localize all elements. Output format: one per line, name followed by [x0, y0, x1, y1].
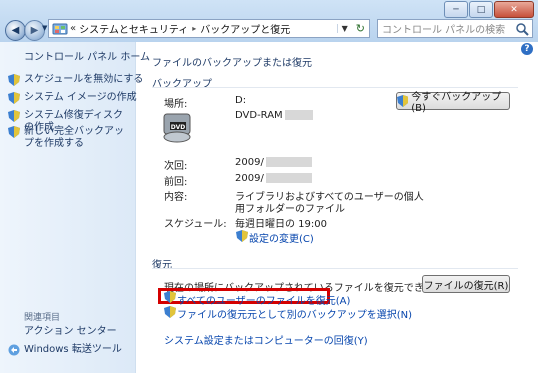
search-box[interactable]: コントロール パネルの検索: [377, 19, 533, 38]
location-media: DVD-RAM: [235, 110, 313, 121]
address-bar[interactable]: « システムとセキュリティ ▸ バックアップと復元 ▼ ↻: [48, 19, 370, 38]
close-button[interactable]: ✕: [494, 1, 534, 18]
recover-system-link[interactable]: システム設定またはコンピューターの回復(Y): [164, 332, 368, 347]
search-icon[interactable]: [515, 22, 529, 36]
back-button[interactable]: ◀: [5, 20, 26, 41]
shield-icon: [8, 110, 20, 122]
breadcrumb-backup-restore[interactable]: バックアップと復元: [200, 21, 290, 36]
maximize-button[interactable]: □: [469, 1, 493, 18]
location-media-text: DVD-RAM: [235, 110, 283, 121]
shield-icon: [8, 92, 20, 104]
recent-pages-dropdown-icon[interactable]: ▼: [42, 24, 47, 32]
last-value: 2009/: [235, 173, 312, 184]
schedule-label: スケジュール:: [164, 219, 227, 230]
address-dropdown-icon[interactable]: ▼: [336, 24, 352, 33]
minimize-button[interactable]: ─: [444, 1, 468, 18]
shield-icon: [8, 126, 20, 138]
restore-all-users-link[interactable]: すべてのユーザーのファイルを復元(A): [177, 292, 350, 307]
breadcrumb-system-security[interactable]: システムとセキュリティ: [79, 21, 188, 36]
control-panel-icon: [52, 23, 68, 34]
related-heading: 関連項目: [24, 313, 61, 323]
sidebar-item-new-full-backup[interactable]: 新しい完全バックアップを作成する: [24, 126, 132, 150]
contents-value-line2: 用フォルダーのファイル: [235, 204, 345, 215]
shield-icon: [236, 230, 248, 242]
related-link-easy-transfer[interactable]: Windows 転送ツール: [24, 344, 122, 356]
sidebar-item-disable-schedule[interactable]: スケジュールを無効にする: [24, 74, 143, 86]
related-link-action-center[interactable]: アクション センター: [24, 326, 117, 338]
restore-divider: [152, 268, 518, 269]
page-title: ファイルのバックアップまたは復元: [152, 58, 312, 69]
restore-files-button[interactable]: ファイルの復元(R): [422, 275, 510, 293]
next-value: 2009/: [235, 157, 312, 168]
shield-icon: [164, 291, 176, 303]
redacted-block: [284, 110, 313, 120]
breadcrumb-separator-icon: ▸: [192, 24, 197, 33]
select-other-backup-link[interactable]: ファイルの復元元として別のバックアップを選択(N): [177, 306, 412, 321]
dvd-drive-icon: DVD: [163, 113, 191, 143]
svg-text:DVD: DVD: [171, 124, 186, 131]
shield-icon: [8, 74, 20, 86]
redacted-block: [265, 173, 312, 183]
sidebar-item-create-system-image[interactable]: システム イメージの作成: [24, 92, 137, 104]
refresh-icon[interactable]: ↻: [352, 22, 369, 35]
next-value-text: 2009/: [235, 157, 264, 168]
breadcrumb-overflow[interactable]: «: [70, 23, 76, 34]
redacted-block: [265, 157, 312, 167]
last-value-text: 2009/: [235, 173, 264, 184]
back-arrow-icon: ◀: [11, 25, 20, 36]
shield-icon: [164, 306, 176, 318]
location-label: 場所:: [164, 99, 188, 110]
next-label: 次回:: [164, 161, 188, 172]
backup-now-label: 今すぐバックアップ(B): [411, 92, 502, 114]
schedule-value: 毎週日曜日の 19:00: [235, 219, 327, 230]
search-placeholder: コントロール パネルの検索: [382, 25, 506, 36]
help-icon[interactable]: ?: [521, 43, 533, 55]
last-label: 前回:: [164, 177, 188, 188]
change-settings-link[interactable]: 設定の変更(C): [249, 230, 314, 245]
backup-now-button[interactable]: 今すぐバックアップ(B): [396, 92, 510, 114]
forward-arrow-icon: ▶: [30, 25, 39, 36]
restore-files-label: ファイルの復元(R): [423, 280, 509, 292]
contents-label: 内容:: [164, 192, 188, 203]
uac-shield-icon: [397, 95, 409, 107]
location-drive: D:: [235, 95, 247, 106]
sidebar-home-link[interactable]: コントロール パネル ホーム: [24, 52, 150, 64]
window-controls: ─ □ ✕: [444, 1, 534, 18]
windows-easy-transfer-icon: [8, 344, 20, 356]
